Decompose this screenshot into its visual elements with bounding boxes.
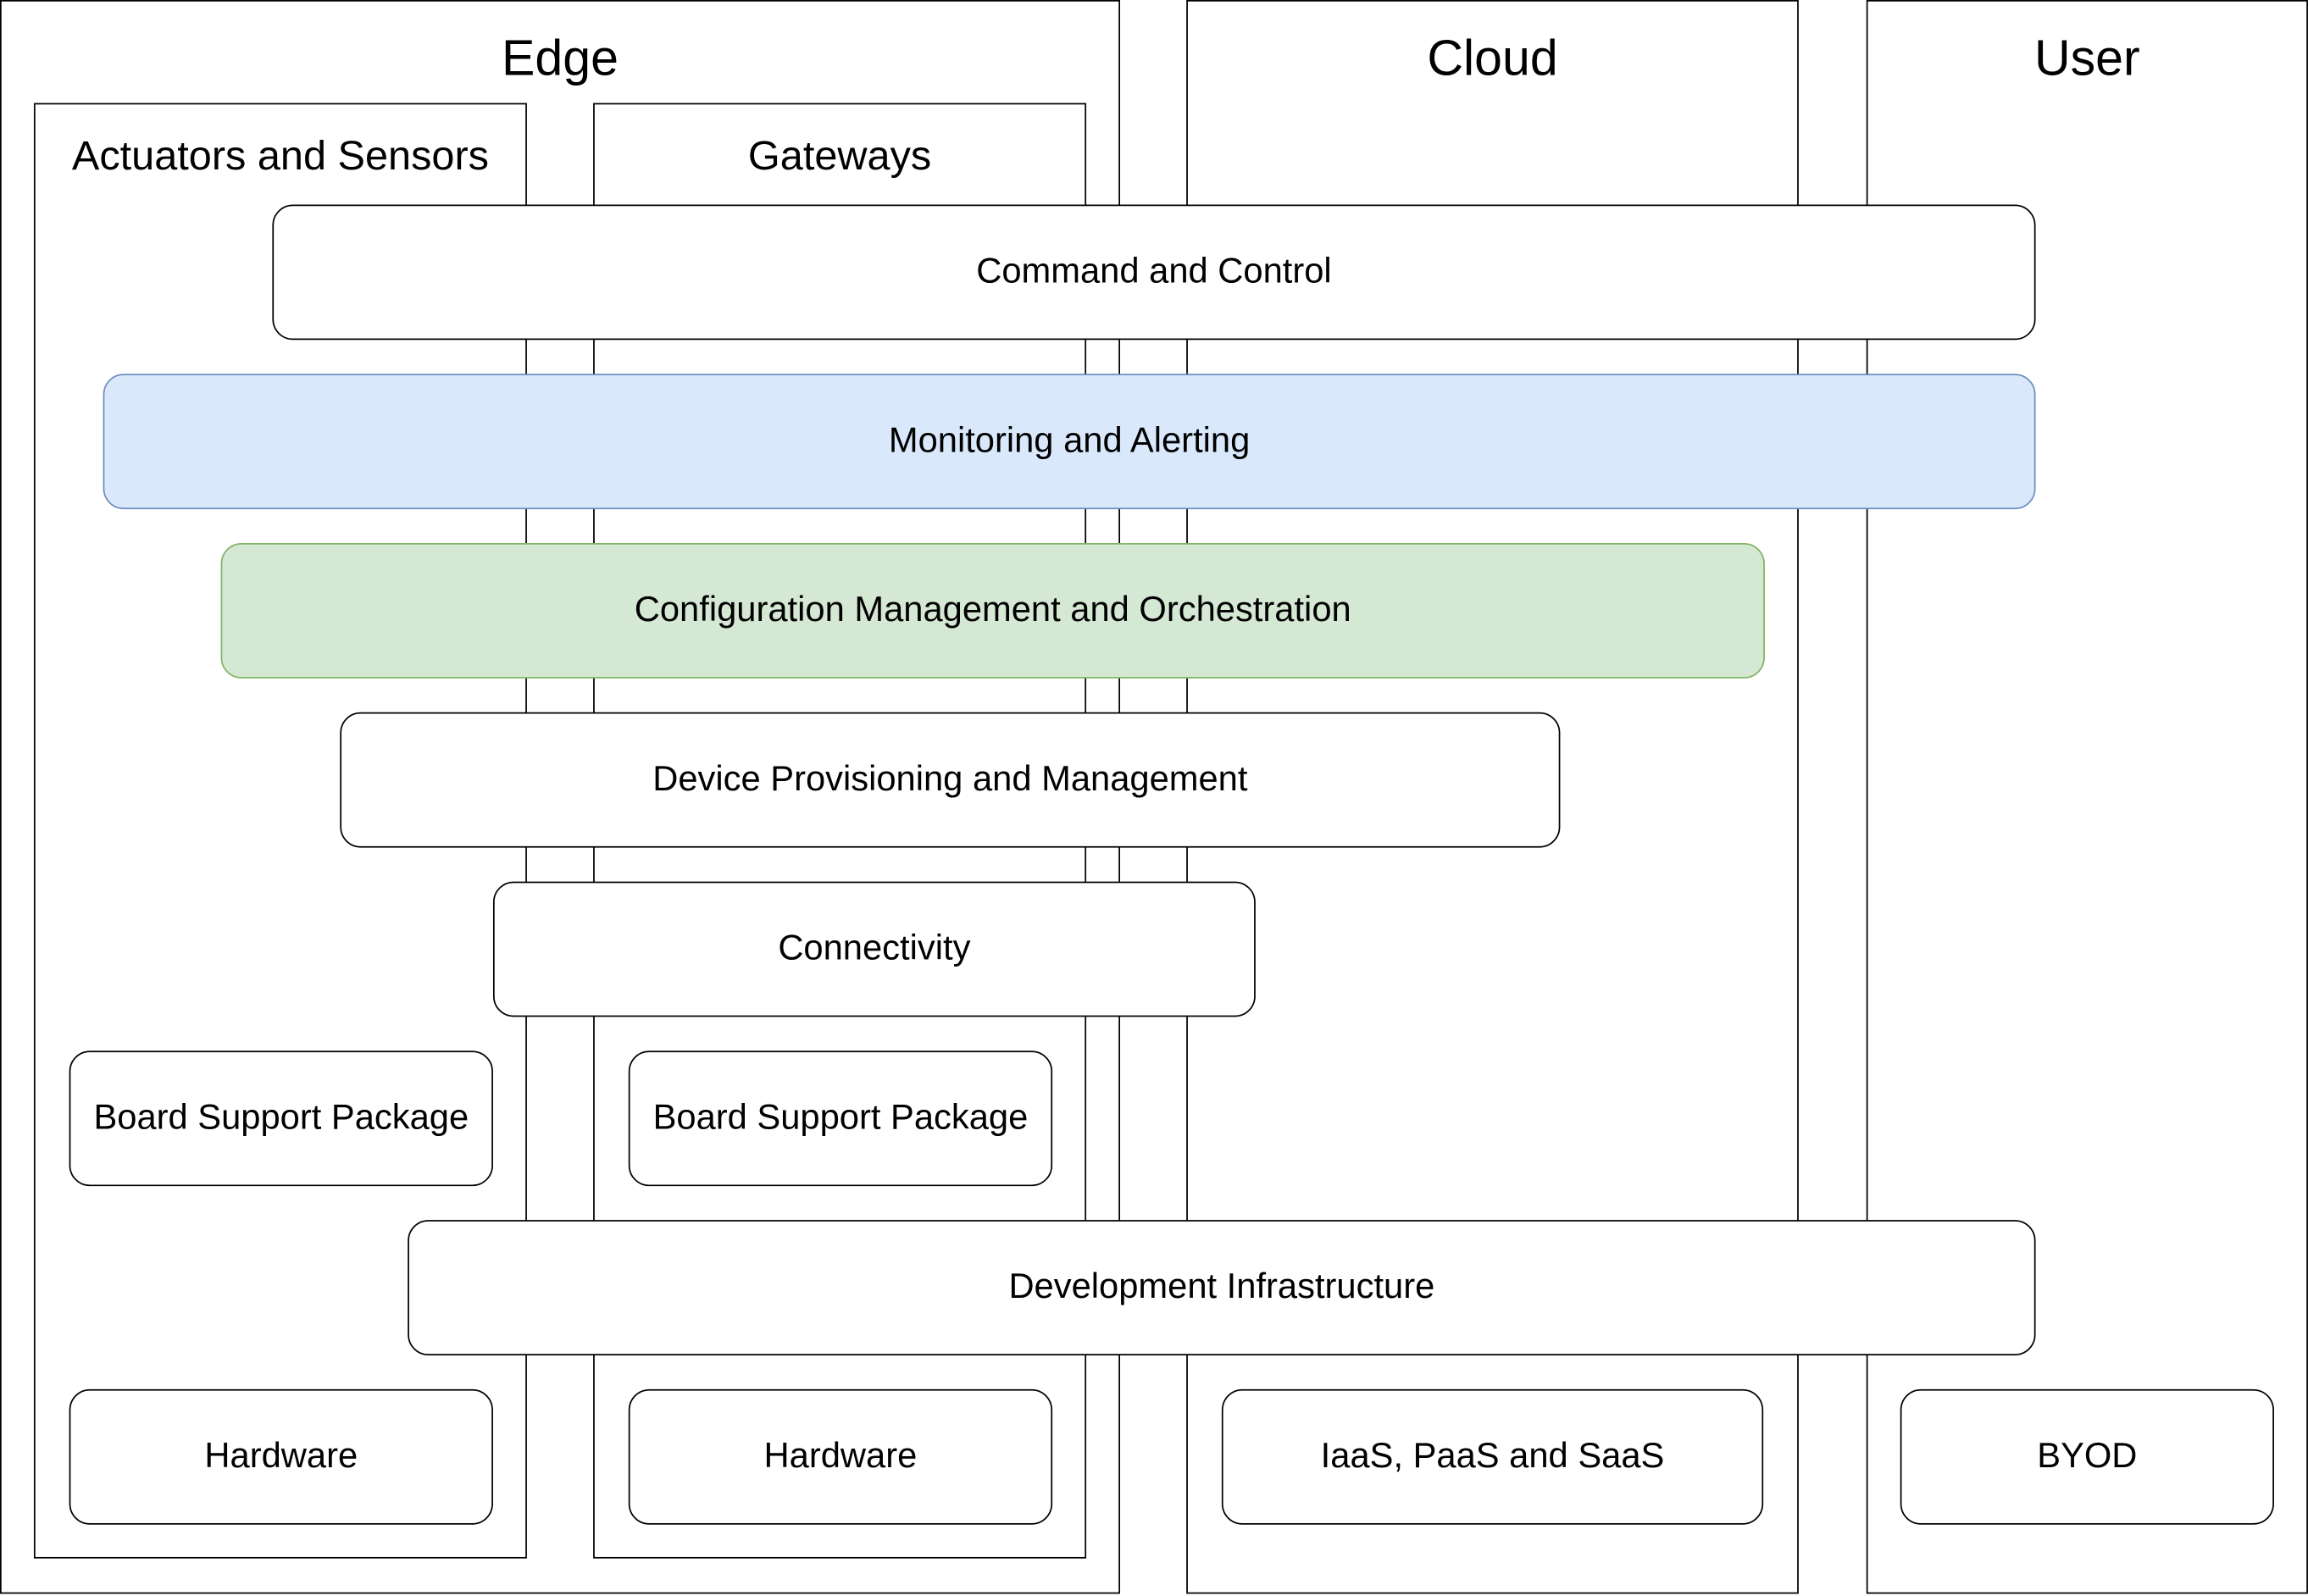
architecture-diagram: Edge Cloud User Actuators and Sensors Ga… [0,0,2308,1595]
cloud-title: Cloud [1427,30,1558,87]
actuators-title: Actuators and Sensors [71,132,489,179]
hardware-actuators-box: Hardware [69,1388,493,1525]
monitoring-and-alerting-layer: Monitoring and Alerting [103,374,2036,510]
gateways-title: Gateways [747,132,932,179]
bsp-actuators-box: Board Support Package [69,1050,493,1187]
byod-box: BYOD [1900,1388,2274,1525]
cloud-services-box: IaaS, PaaS and SaaS [1221,1388,1764,1525]
user-title: User [2033,30,2140,87]
command-and-control-layer: Command and Control [272,204,2036,341]
connectivity-layer: Connectivity [492,881,1256,1017]
hardware-gateways-box: Hardware [628,1388,1053,1525]
development-infrastructure-layer: Development Infrastructure [408,1220,2036,1355]
edge-title: Edge [502,30,619,87]
device-provisioning-layer: Device Provisioning and Management [340,712,1561,848]
bsp-gateways-box: Board Support Package [628,1050,1053,1187]
configuration-management-layer: Configuration Management and Orchestrati… [220,543,1765,679]
